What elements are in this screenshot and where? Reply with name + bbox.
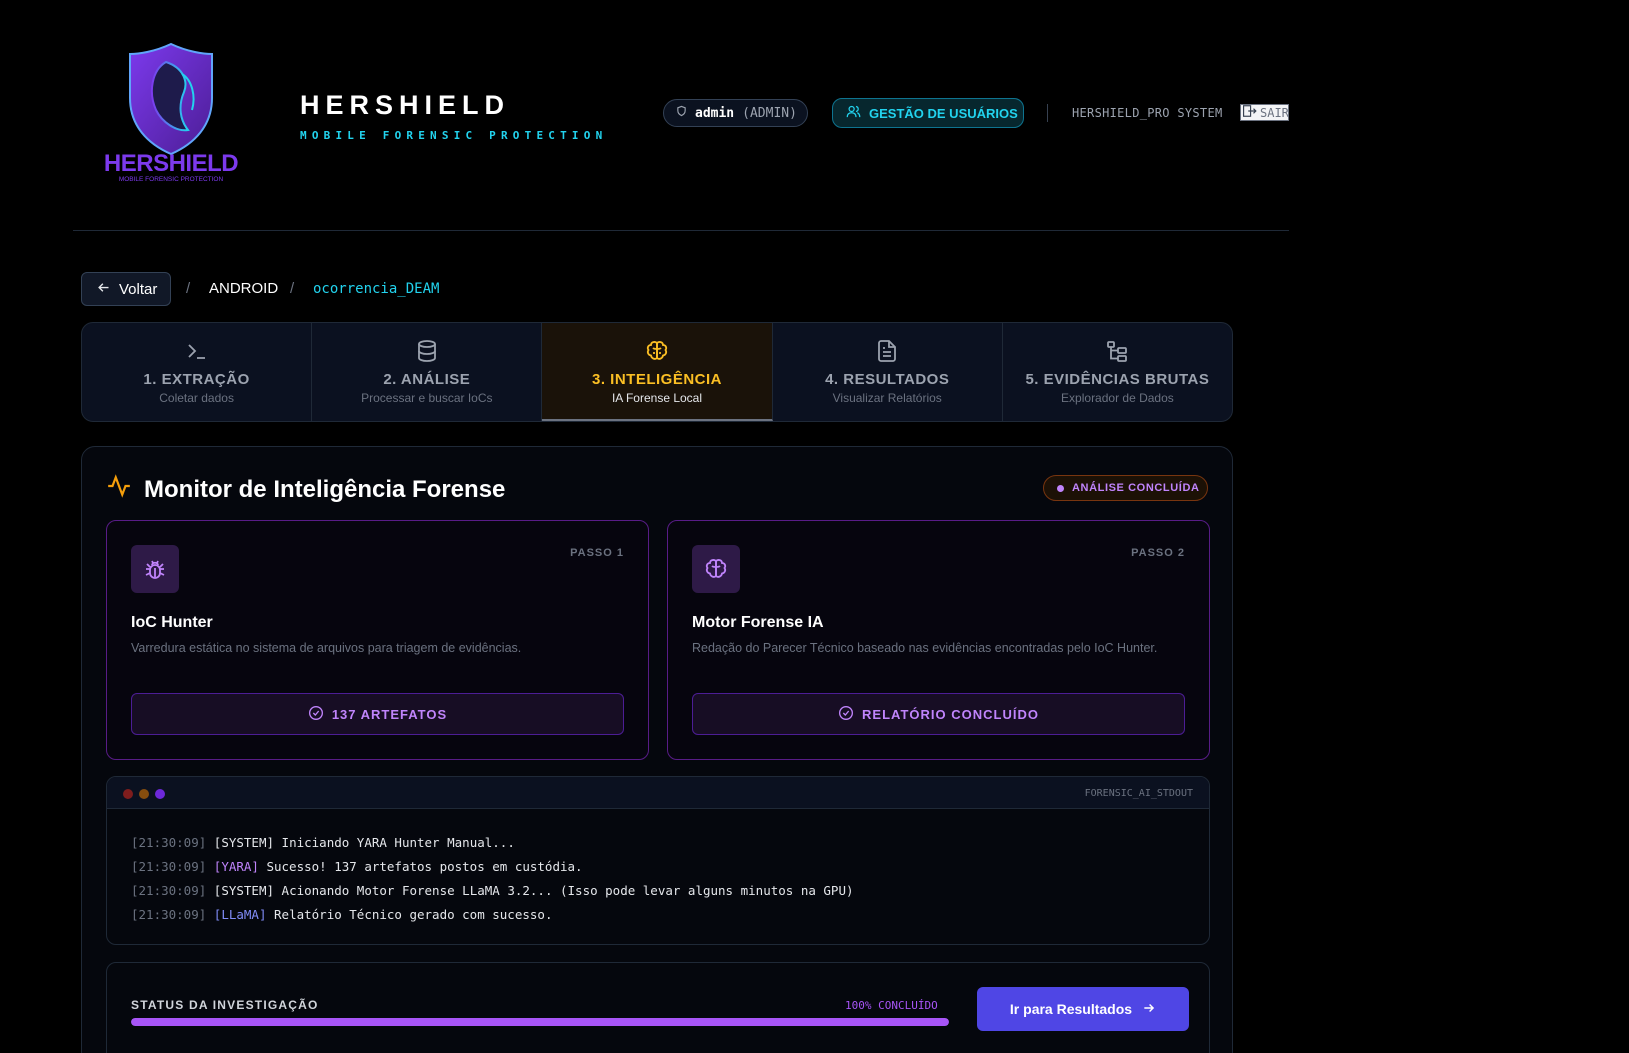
ioc-hunter-card: PASSO 1 IoC Hunter Varredura estática no… bbox=[106, 520, 649, 760]
tab-extraction[interactable]: 1. EXTRAÇÃO Coletar dados bbox=[82, 323, 313, 421]
tab-intelligence[interactable]: 3. INTELIGÊNCIA IA Forense Local bbox=[542, 323, 773, 421]
terminal-titlebar: FORENSIC_AI_STDOUT bbox=[107, 777, 1209, 809]
brand-title: HERSHIELD bbox=[300, 90, 511, 120]
progress-percent: 100% CONCLUÍDO bbox=[845, 999, 938, 1012]
go-to-results-button[interactable]: Ir para Resultados bbox=[977, 987, 1189, 1031]
logo-wordmark: HERSHIELD bbox=[104, 150, 238, 177]
logout-icon bbox=[1243, 105, 1257, 120]
hershield-logo: HERSHIELD MOBILE FORENSIC PROTECTION bbox=[96, 40, 246, 185]
status-badge-label: ANÁLISE CONCLUÍDA bbox=[1072, 482, 1200, 494]
brain-icon bbox=[692, 545, 740, 593]
check-circle-icon bbox=[308, 705, 324, 724]
window-dot-red bbox=[123, 789, 133, 799]
progress-fill bbox=[131, 1018, 949, 1026]
card-title: Motor Forense IA bbox=[692, 614, 824, 631]
system-name: HERSHIELD_PRO SYSTEM bbox=[1072, 106, 1223, 120]
breadcrumb-separator: / bbox=[290, 280, 295, 297]
logout-button[interactable]: SAIR bbox=[1240, 104, 1289, 121]
arrow-right-icon bbox=[1142, 1001, 1156, 1018]
ai-engine-card: PASSO 2 Motor Forense IA Redação do Pare… bbox=[667, 520, 1210, 760]
terminal-line: [21:30:09] [LLaMA] Relatório Técnico ger… bbox=[131, 907, 553, 922]
user-badge: admin (ADMIN) bbox=[663, 99, 808, 127]
status-label: STATUS DA INVESTIGAÇÃO bbox=[131, 998, 319, 1012]
terminal-output: [21:30:09] [SYSTEM] Iniciando YARA Hunte… bbox=[107, 809, 1209, 927]
step-label: PASSO 2 bbox=[1131, 547, 1185, 559]
step-title: 5. EVIDÊNCIAS BRUTAS bbox=[1025, 371, 1210, 388]
workflow-steps: 1. EXTRAÇÃO Coletar dados 2. ANÁLISE Pro… bbox=[81, 322, 1233, 422]
tab-results[interactable]: 4. RESULTADOS Visualizar Relatórios bbox=[773, 323, 1003, 421]
file-text-icon bbox=[875, 339, 899, 363]
step-title: 1. EXTRAÇÃO bbox=[143, 371, 250, 388]
arrow-left-icon bbox=[96, 280, 111, 299]
breadcrumb-case: ocorrencia_DEAM bbox=[313, 281, 440, 297]
terminal-icon bbox=[185, 339, 209, 363]
database-icon bbox=[415, 339, 439, 363]
terminal-name: FORENSIC_AI_STDOUT bbox=[1084, 788, 1193, 799]
terminal-line: [21:30:09] [SYSTEM] Acionando Motor Fore… bbox=[131, 883, 854, 898]
logo-tagline: MOBILE FORENSIC PROTECTION bbox=[119, 176, 224, 183]
check-circle-icon bbox=[838, 705, 854, 724]
step-label: PASSO 1 bbox=[570, 547, 624, 559]
breadcrumb-platform[interactable]: ANDROID bbox=[209, 280, 278, 297]
step-subtitle: Explorador de Dados bbox=[1061, 391, 1174, 405]
breadcrumb-separator: / bbox=[186, 280, 191, 297]
users-icon bbox=[846, 104, 861, 122]
bug-icon bbox=[131, 545, 179, 593]
folder-tree-icon bbox=[1105, 339, 1129, 363]
brain-icon bbox=[645, 339, 669, 363]
user-management-button[interactable]: GESTÃO DE USUÁRIOS bbox=[832, 98, 1024, 128]
shield-icon bbox=[676, 105, 687, 121]
tab-raw-evidence[interactable]: 5. EVIDÊNCIAS BRUTAS Explorador de Dados bbox=[1003, 323, 1232, 421]
card-description: Redação do Parecer Técnico baseado nas e… bbox=[692, 641, 1158, 655]
back-button[interactable]: Voltar bbox=[81, 272, 171, 306]
investigation-status: STATUS DA INVESTIGAÇÃO 100% CONCLUÍDO Ir… bbox=[106, 962, 1210, 1053]
activity-icon bbox=[106, 473, 132, 506]
go-to-results-label: Ir para Resultados bbox=[1009, 1001, 1133, 1017]
result-label: RELATÓRIO CONCLUÍDO bbox=[862, 706, 1039, 722]
step-subtitle: Visualizar Relatórios bbox=[832, 391, 942, 405]
panel-title-text: Monitor de Inteligência Forense bbox=[144, 475, 506, 503]
terminal-line: [21:30:09] [YARA] Sucesso! 137 artefatos… bbox=[131, 859, 583, 874]
tab-analysis[interactable]: 2. ANÁLISE Processar e buscar IoCs bbox=[312, 323, 543, 421]
card-title: IoC Hunter bbox=[131, 614, 213, 631]
status-dot bbox=[1057, 484, 1064, 492]
intelligence-monitor-panel: Monitor de Inteligência Forense ANÁLISE … bbox=[81, 446, 1233, 1053]
window-dot-purple bbox=[155, 789, 165, 799]
step-subtitle: IA Forense Local bbox=[611, 391, 703, 405]
step-title: 2. ANÁLISE bbox=[383, 371, 471, 388]
terminal-line: [21:30:09] [SYSTEM] Iniciando YARA Hunte… bbox=[131, 835, 515, 850]
brand: HERSHIELD MOBILE FORENSIC PROTECTION bbox=[300, 90, 607, 142]
back-label: Voltar bbox=[119, 280, 158, 298]
window-dot-yellow bbox=[139, 789, 149, 799]
report-result-button[interactable]: RELATÓRIO CONCLUÍDO bbox=[692, 693, 1185, 735]
step-subtitle: Coletar dados bbox=[159, 391, 234, 405]
progress-track bbox=[131, 1018, 949, 1026]
header-divider bbox=[1047, 104, 1048, 122]
user-role: (ADMIN) bbox=[742, 105, 797, 121]
status-badge: ANÁLISE CONCLUÍDA bbox=[1043, 475, 1208, 501]
step-title: 4. RESULTADOS bbox=[825, 371, 950, 388]
artifacts-result-button[interactable]: 137 ARTEFATOS bbox=[131, 693, 624, 735]
user-management-label: GESTÃO DE USUÁRIOS bbox=[869, 105, 1018, 121]
panel-title: Monitor de Inteligência Forense bbox=[106, 473, 505, 506]
forensic-terminal: FORENSIC_AI_STDOUT [21:30:09] [SYSTEM] I… bbox=[106, 776, 1210, 945]
step-title: 3. INTELIGÊNCIA bbox=[592, 371, 723, 388]
card-description: Varredura estática no sistema de arquivo… bbox=[131, 641, 522, 655]
header-separator bbox=[73, 230, 1289, 231]
brand-subtitle: MOBILE FORENSIC PROTECTION bbox=[300, 129, 608, 142]
step-subtitle: Processar e buscar IoCs bbox=[361, 391, 493, 405]
user-name: admin bbox=[695, 105, 735, 121]
result-label: 137 ARTEFATOS bbox=[331, 706, 448, 722]
logout-label: SAIR bbox=[1260, 105, 1289, 120]
